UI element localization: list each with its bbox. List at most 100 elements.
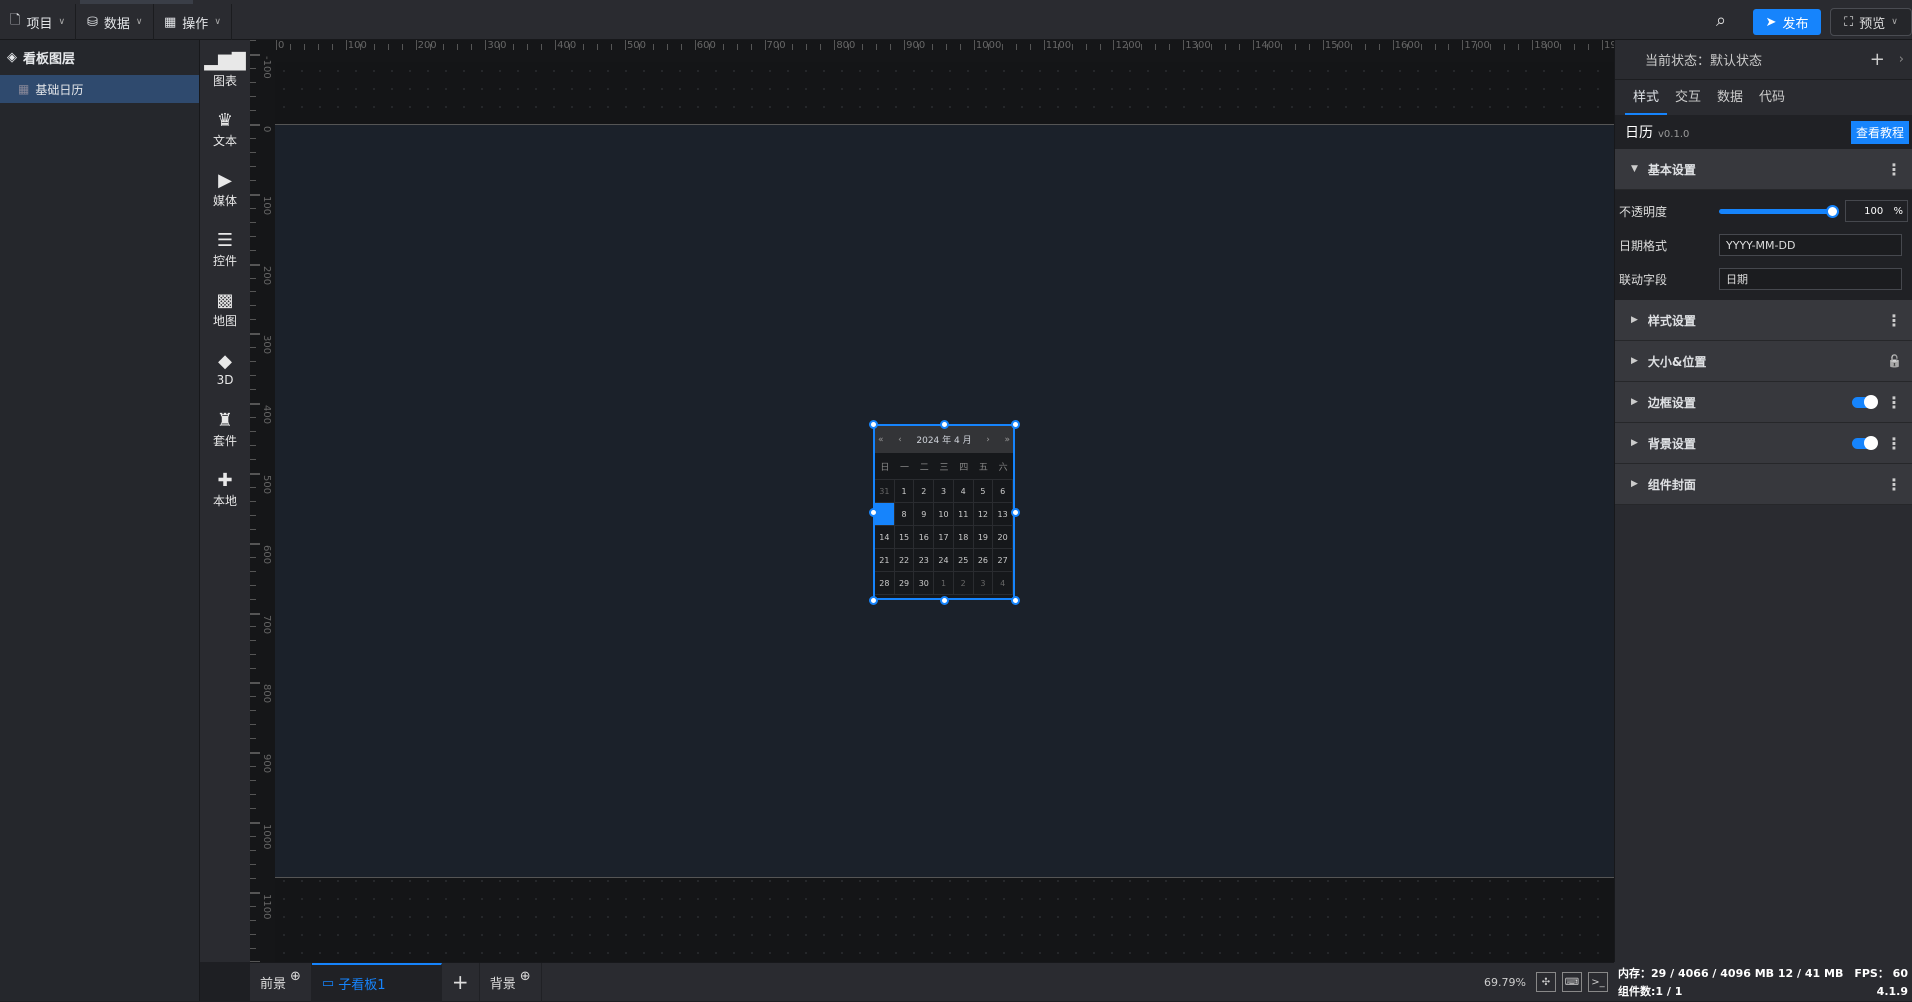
tool-cube[interactable]: ◆ 3D — [200, 340, 250, 400]
day-cell[interactable]: 22 — [894, 549, 915, 572]
day-cell[interactable]: 1 — [894, 480, 915, 503]
publish-button[interactable]: ➤ 发布 — [1753, 9, 1821, 35]
calendar-widget[interactable]: « ‹ 2024 年 4 月 › » 日一二三四五六 31 1 2 3 4 5 6 8 9 10 11… — [873, 424, 1015, 600]
tab-background[interactable]: 背景 ⊕ — [480, 962, 542, 1002]
section-toggle[interactable] — [1852, 394, 1878, 409]
tab-foreground[interactable]: 前景 ⊕ — [250, 962, 312, 1002]
resize-handle[interactable] — [868, 595, 878, 605]
next-month-button[interactable]: › — [986, 435, 990, 445]
chevron-right-icon[interactable]: › — [1899, 52, 1904, 67]
day-cell[interactable]: 1 — [934, 572, 954, 595]
tab-3[interactable]: 代码 — [1751, 80, 1793, 115]
day-cell[interactable]: 27 — [993, 549, 1013, 572]
menu-operation[interactable]: ▦ 操作 ∨ — [154, 4, 232, 40]
day-cell[interactable]: 31 — [875, 480, 895, 503]
linked-field-input[interactable]: 日期 — [1719, 268, 1902, 290]
day-cell[interactable]: 18 — [953, 526, 974, 549]
lock-icon[interactable]: 🔓 — [1887, 354, 1902, 368]
ruler-tick — [1518, 44, 1520, 50]
date-format-input[interactable]: YYYY-MM-DD — [1719, 234, 1902, 256]
selected-day[interactable] — [875, 503, 895, 526]
tutorial-button[interactable]: 查看教程 — [1850, 120, 1909, 144]
day-cell[interactable]: 21 — [875, 549, 895, 572]
day-cell[interactable]: 3 — [934, 480, 954, 503]
resize-handle[interactable] — [868, 419, 878, 429]
zoom-level[interactable]: 69.79% — [1484, 976, 1526, 989]
day-cell[interactable]: 16 — [914, 526, 935, 549]
day-cell[interactable]: 24 — [934, 549, 954, 572]
menu-data[interactable]: ⛁ 数据 ∨ — [77, 4, 154, 40]
search-icon[interactable]: ⌕ — [1716, 10, 1726, 31]
day-cell[interactable]: 4 — [993, 572, 1013, 595]
day-cell[interactable]: 14 — [875, 526, 895, 549]
fit-screen-icon[interactable]: ✣ — [1536, 972, 1556, 992]
opacity-slider[interactable] — [1718, 204, 1840, 218]
resize-handle[interactable] — [939, 419, 949, 429]
section-4[interactable]: ▶ 组件封面 ⋮ — [1615, 464, 1912, 505]
day-cell[interactable]: 15 — [894, 526, 915, 549]
day-cell[interactable]: 2 — [953, 572, 974, 595]
more-icon[interactable]: ⋮ — [1886, 393, 1902, 412]
day-cell[interactable]: 20 — [993, 526, 1013, 549]
tool-shirt[interactable]: ♜ 套件 — [200, 400, 250, 460]
resize-handle[interactable] — [939, 595, 949, 605]
add-board-button[interactable]: + — [442, 962, 480, 1002]
day-cell[interactable]: 19 — [973, 526, 994, 549]
tool-crown[interactable]: ♛ 文本 — [200, 100, 250, 160]
section-0[interactable]: ▶ 样式设置 ⋮ — [1615, 300, 1912, 341]
resize-handle[interactable] — [868, 507, 878, 517]
layer-item[interactable]: ▦ 基础日历 — [0, 75, 199, 103]
more-icon[interactable]: ⋮ — [1886, 311, 1902, 330]
tab-sub-board[interactable]: ▭ 子看板1 — [311, 962, 442, 1002]
day-cell[interactable]: 17 — [934, 526, 954, 549]
resize-handle[interactable] — [1010, 595, 1020, 605]
section-2[interactable]: ▶ 边框设置 ⋮ — [1615, 382, 1912, 423]
day-cell[interactable]: 8 — [894, 503, 915, 526]
day-cell[interactable]: 23 — [914, 549, 935, 572]
tool-list[interactable]: ☰ 控件 — [200, 220, 250, 280]
keyboard-icon[interactable]: ⌨ — [1562, 972, 1582, 992]
add-circle-icon[interactable]: ⊕ — [290, 969, 301, 984]
day-cell[interactable]: 9 — [914, 503, 935, 526]
tool-map[interactable]: ▩ 地图 — [200, 280, 250, 340]
prev-year-button[interactable]: « — [878, 435, 884, 445]
more-icon[interactable]: ⋮ — [1886, 434, 1902, 453]
day-cell[interactable]: 26 — [973, 549, 994, 572]
day-cell[interactable]: 11 — [953, 503, 974, 526]
terminal-icon[interactable]: >_ — [1588, 972, 1608, 992]
day-cell[interactable]: 3 — [973, 572, 994, 595]
day-cell[interactable]: 13 — [993, 503, 1013, 526]
add-circle-icon[interactable]: ⊕ — [520, 969, 531, 984]
opacity-input[interactable]: 100% — [1845, 200, 1908, 222]
section-3[interactable]: ▶ 背景设置 ⋮ — [1615, 423, 1912, 464]
resize-handle[interactable] — [1010, 507, 1020, 517]
section-basic[interactable]: ▼ 基本设置 ⋮ — [1615, 149, 1912, 190]
tab-0[interactable]: 样式 — [1625, 80, 1668, 115]
more-icon[interactable]: ⋮ — [1886, 160, 1902, 179]
tool-bar-chart[interactable]: ▂▆▇ 图表 — [200, 40, 250, 100]
day-cell[interactable]: 10 — [934, 503, 954, 526]
tab-1[interactable]: 交互 — [1667, 80, 1709, 115]
resize-handle[interactable] — [1010, 419, 1020, 429]
tool-camera[interactable]: ▶ 媒体 — [200, 160, 250, 220]
menu-project[interactable]: 🗋 项目 ∨ — [0, 4, 77, 40]
day-cell[interactable]: 28 — [875, 572, 895, 595]
plus-icon[interactable]: + — [1870, 49, 1885, 70]
day-cell[interactable]: 6 — [993, 480, 1013, 503]
next-year-button[interactable]: » — [1004, 435, 1010, 445]
tab-2[interactable]: 数据 — [1709, 80, 1751, 115]
prev-month-button[interactable]: ‹ — [898, 435, 902, 445]
section-1[interactable]: ▶ 大小&位置 🔓 — [1615, 341, 1912, 382]
slider-handle[interactable] — [1826, 204, 1840, 218]
day-cell[interactable]: 12 — [973, 503, 994, 526]
tool-puzzle[interactable]: ✚ 本地 — [200, 460, 250, 520]
preview-button[interactable]: ⛶ 预览 ∨ — [1830, 8, 1912, 36]
section-toggle[interactable] — [1852, 435, 1878, 450]
day-cell[interactable]: 5 — [973, 480, 994, 503]
day-cell[interactable]: 2 — [914, 480, 935, 503]
day-cell[interactable]: 30 — [914, 572, 935, 595]
more-icon[interactable]: ⋮ — [1886, 475, 1902, 494]
day-cell[interactable]: 25 — [953, 549, 974, 572]
day-cell[interactable]: 29 — [894, 572, 915, 595]
day-cell[interactable]: 4 — [953, 480, 974, 503]
